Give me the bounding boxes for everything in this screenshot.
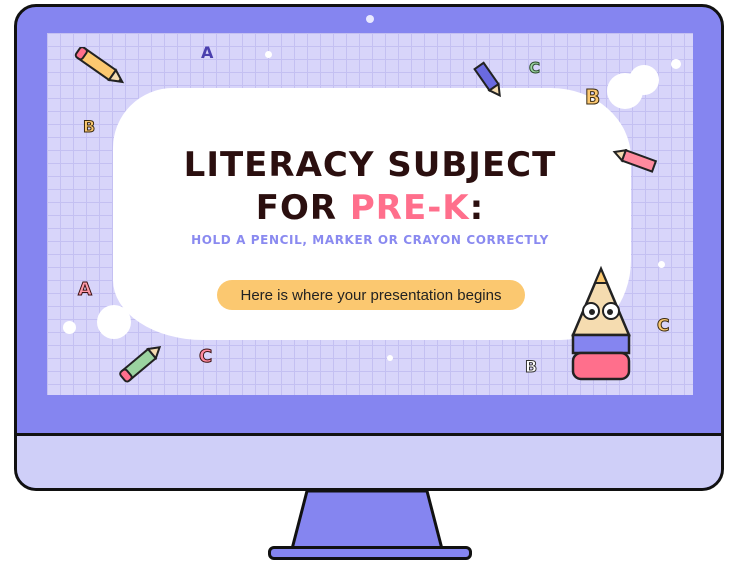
page-title-line1: LITERACY SUBJECT	[183, 145, 557, 185]
decor-letter: C	[656, 316, 670, 337]
pencil-icon	[119, 345, 162, 383]
page-subtitle: HOLD A PENCIL, MARKER OR CRAYON CORRECTL…	[191, 233, 549, 247]
decor-letter: B	[584, 85, 601, 110]
decor-letter: B	[82, 117, 96, 137]
decor-bubble	[671, 59, 681, 69]
decor-bubble	[607, 73, 643, 109]
decor-bubble	[387, 355, 393, 361]
camera-dot	[366, 15, 374, 23]
page-title-line2: FOR PRE-K:	[47, 188, 693, 228]
monitor-stand-base	[268, 546, 472, 560]
slide-screen: LITERACY SUBJECT FOR PRE-K: HOLD A PENCI…	[47, 33, 693, 395]
title-prefix: FOR	[255, 188, 338, 228]
pencil-icon	[74, 47, 125, 84]
decor-bubble	[658, 261, 665, 268]
decor-letter: A	[78, 279, 93, 301]
decor-bubble	[265, 51, 272, 58]
decor-bubble	[63, 321, 76, 334]
monitor-chin	[17, 433, 721, 488]
decor-letter: B	[524, 357, 538, 377]
decor-letter: A	[201, 43, 214, 62]
decor-letter: C	[198, 346, 213, 368]
pencil-character-icon	[571, 265, 631, 381]
pencil-icon	[473, 61, 501, 98]
monitor-stand-neck	[290, 491, 444, 551]
title-highlight: PRE-K	[349, 188, 470, 228]
pencil-icon	[612, 148, 658, 173]
presentation-start-button[interactable]: Here is where your presentation begins	[217, 280, 525, 310]
title-suffix: :	[469, 188, 485, 228]
decor-letter: C	[528, 59, 541, 78]
